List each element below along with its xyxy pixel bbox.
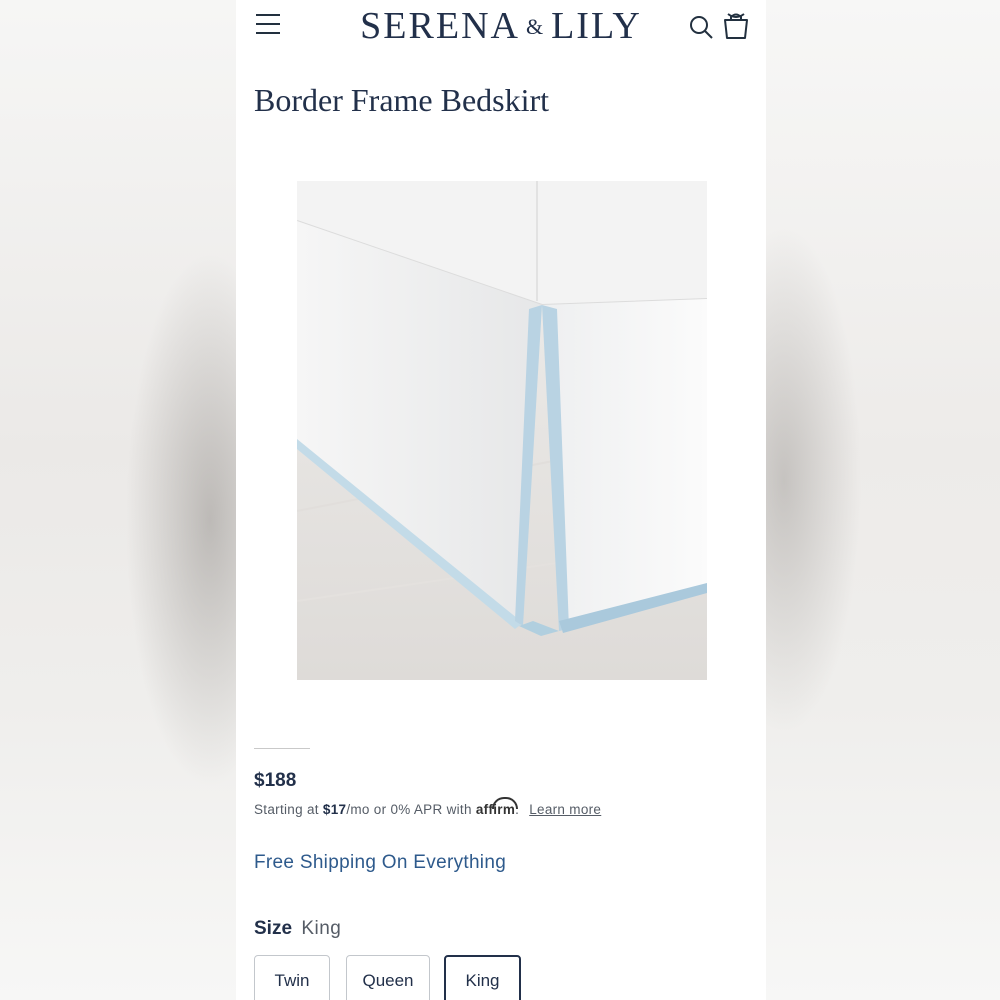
product-price: $188	[254, 770, 297, 791]
logo-text-right: LILY	[551, 5, 642, 47]
size-option-queen[interactable]: Queen	[346, 955, 430, 1000]
financing-suffix: /mo or 0% APR with	[346, 802, 476, 817]
divider	[254, 748, 310, 749]
product-image[interactable]	[297, 181, 707, 680]
financing-monthly-amount: $17	[322, 802, 347, 817]
size-option-king[interactable]: King	[444, 955, 521, 1000]
affirm-logo: affirm	[475, 802, 516, 817]
size-selector-label: Size King	[254, 918, 341, 940]
logo-text-left: SERENA	[360, 5, 520, 47]
site-header: SERENA & LILY	[236, 0, 766, 56]
logo-ampersand: &	[525, 14, 546, 39]
shopping-bag-icon[interactable]	[722, 10, 750, 40]
financing-prefix: Starting at	[254, 802, 323, 817]
product-title: Border Frame Bedskirt	[254, 82, 550, 118]
blurred-backdrop-right	[764, 0, 1000, 1000]
financing-info: Starting at $17/mo or 0% APR with affirm…	[254, 802, 601, 817]
selected-size-value: King	[301, 918, 342, 939]
size-option-twin[interactable]: Twin	[254, 955, 330, 1000]
free-shipping-banner: Free Shipping On Everything	[254, 852, 507, 873]
brand-logo[interactable]: SERENA & LILY	[236, 4, 766, 48]
blurred-backdrop-left	[0, 0, 236, 1000]
product-page: SERENA & LILY Border Frame Bedskirt $188…	[236, 0, 766, 1000]
learn-more-link[interactable]: Learn more	[529, 802, 601, 817]
size-label: Size	[254, 918, 293, 939]
search-icon[interactable]	[688, 14, 714, 40]
